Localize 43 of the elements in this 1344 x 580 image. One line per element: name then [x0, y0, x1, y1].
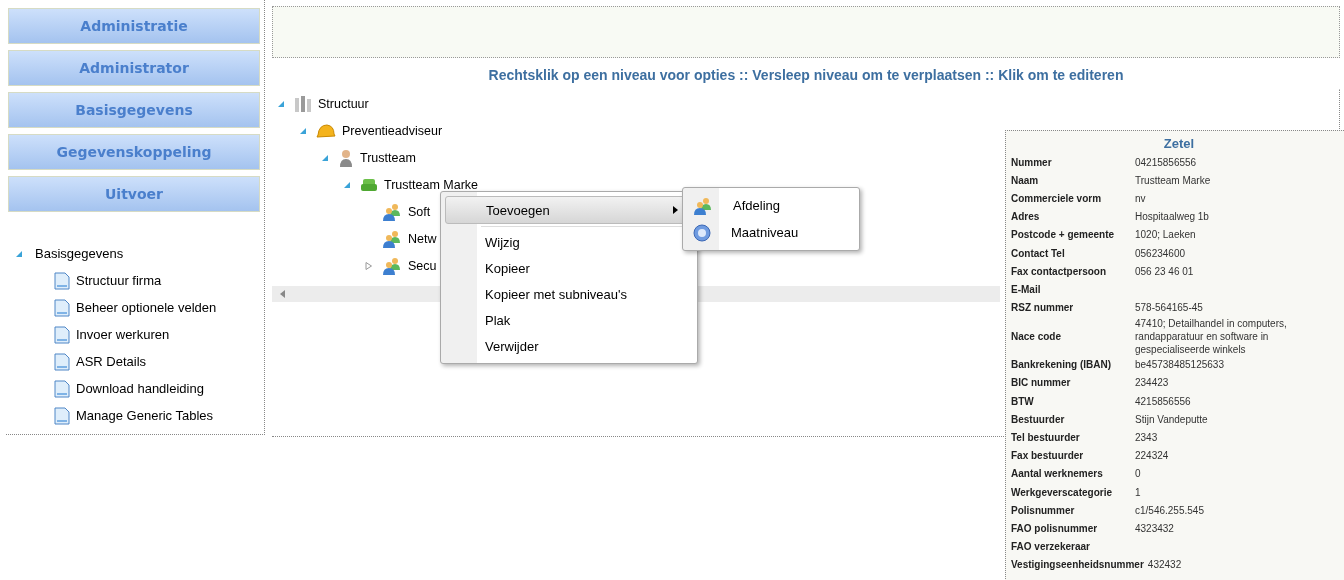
field-label: Contact Tel — [1011, 247, 1066, 259]
field-label: Tel bestuurder — [1011, 432, 1081, 444]
field-label: Postcode + gemeente — [1011, 229, 1116, 241]
field-label: FAO polisnummer — [1011, 522, 1099, 534]
field-label: Polisnummer — [1011, 504, 1076, 516]
field-value: 2343 — [1135, 431, 1159, 445]
field-label: Fax bestuurder — [1011, 450, 1085, 462]
field-label: Bankrekening (IBAN) — [1011, 359, 1112, 371]
field-value: 432432 — [1147, 558, 1183, 572]
field-label: Naam — [1011, 174, 1040, 186]
panel-title: Zetel — [1162, 136, 1196, 151]
field-value: 224324 — [1135, 449, 1170, 463]
field-label: Adres — [1011, 211, 1041, 223]
field-value: 4215856556 — [1135, 394, 1192, 408]
field-label: Nummer — [1011, 156, 1053, 168]
field-label: Werkgeverscategorie — [1011, 486, 1113, 498]
field-label: RSZ nummer — [1011, 302, 1075, 314]
field-label: BIC nummer — [1011, 377, 1072, 389]
field-label: E-Mail — [1011, 283, 1042, 295]
field-value: Stijn Vandeputte — [1135, 412, 1209, 426]
field-value: c1/546.255.545 — [1135, 503, 1205, 517]
field-value: Trustteam Marke — [1135, 173, 1212, 187]
field-label: Nace code — [1011, 330, 1063, 342]
field-value: 578-564165-45 — [1135, 301, 1204, 315]
field-label: Vestigingseenheidsnummer — [1011, 559, 1144, 571]
field-value: 1 — [1135, 485, 1142, 499]
field-label: Bestuurder — [1011, 413, 1066, 425]
field-value: 056 23 46 01 — [1135, 264, 1195, 278]
field-label: Aantal werknemers — [1011, 468, 1104, 480]
field-value: 0 — [1135, 467, 1142, 481]
field-value: 04215856556 — [1135, 155, 1198, 169]
instructions-text: Rechtsklik op een niveau voor opties :: Versleep niveau om te verplaatsen :: Klik om te editeren — [487, 67, 1125, 83]
field-value: 4323432 — [1135, 521, 1175, 535]
field-value: 1020; Laeken — [1135, 228, 1197, 242]
field-value: nv — [1135, 191, 1147, 205]
field-label: Fax contactpersoon — [1011, 265, 1108, 277]
field-label: BTW — [1011, 395, 1035, 407]
field-value: Hospitaalweg 1b — [1135, 210, 1210, 224]
field-value: 056234600 — [1135, 246, 1187, 260]
field-value: 234423 — [1135, 376, 1170, 390]
field-value: be45738485125633 — [1135, 358, 1225, 372]
field-label: FAO verzekeraar — [1011, 541, 1091, 553]
field-label: Commerciele vorm — [1011, 192, 1103, 204]
